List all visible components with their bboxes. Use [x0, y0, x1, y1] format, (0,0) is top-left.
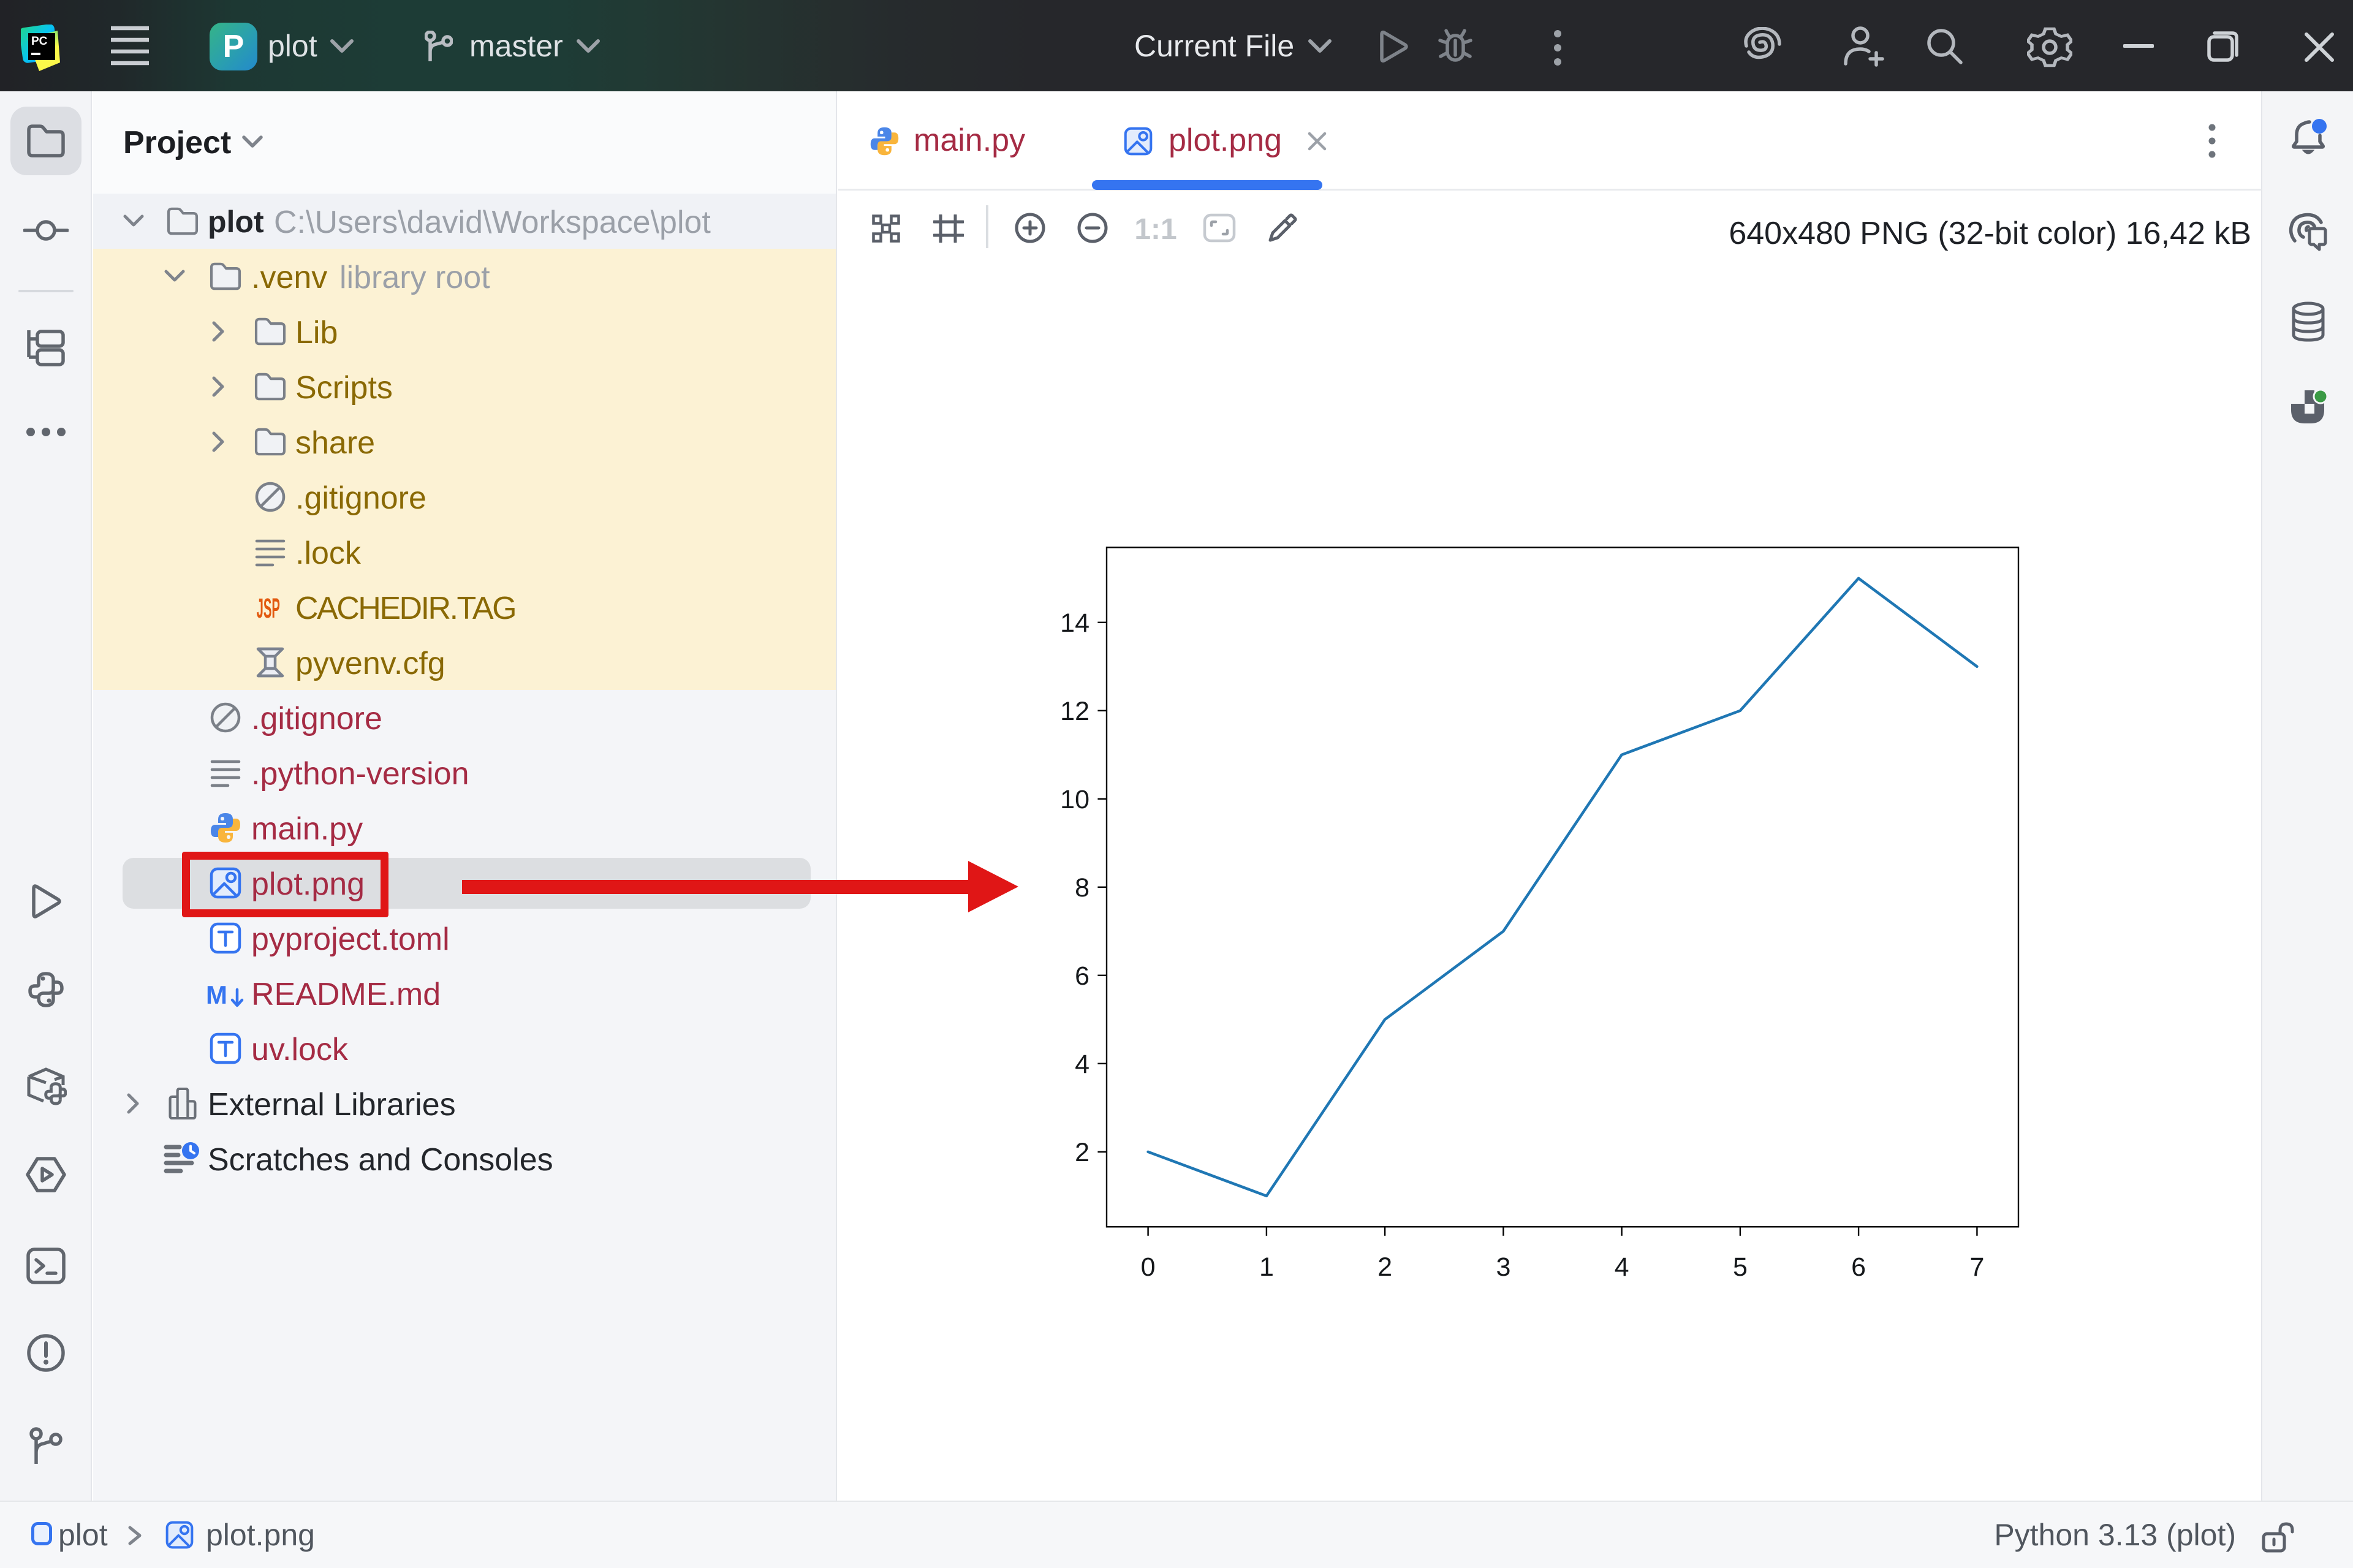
svg-text:5: 5: [1733, 1252, 1748, 1282]
svg-text:10: 10: [1060, 785, 1089, 814]
svg-text:14: 14: [1060, 608, 1089, 638]
svg-text:0: 0: [1141, 1252, 1156, 1282]
svg-text:2: 2: [1377, 1252, 1392, 1282]
svg-text:3: 3: [1496, 1252, 1510, 1282]
svg-text:4: 4: [1615, 1252, 1629, 1282]
svg-text:6: 6: [1851, 1252, 1866, 1282]
svg-text:6: 6: [1075, 961, 1089, 991]
svg-text:4: 4: [1075, 1050, 1089, 1079]
svg-text:7: 7: [1969, 1252, 1984, 1282]
svg-text:8: 8: [1075, 873, 1089, 903]
svg-text:12: 12: [1060, 697, 1089, 726]
svg-text:2: 2: [1075, 1138, 1089, 1167]
svg-text:1: 1: [1259, 1252, 1274, 1282]
svg-text:PC: PC: [31, 35, 48, 48]
